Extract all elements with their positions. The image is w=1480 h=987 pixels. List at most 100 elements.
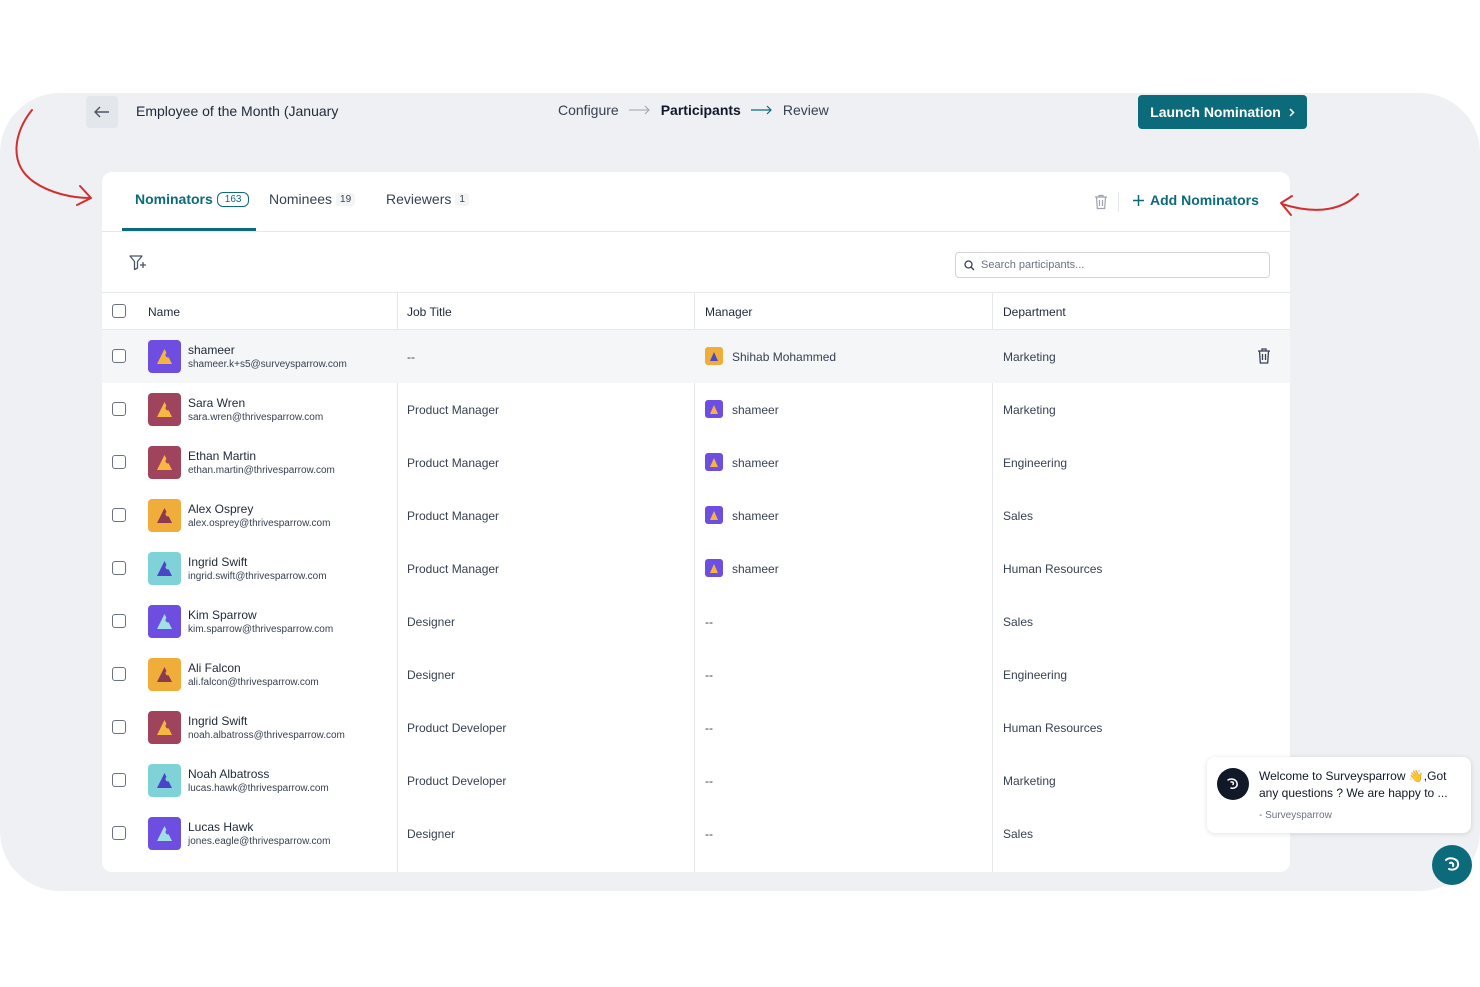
step-configure[interactable]: Configure [558,102,619,118]
participant-email: lucas.hawk@thrivesparrow.com [188,783,329,794]
participant-name: Lucas Hawk [188,820,254,834]
chat-launcher-button[interactable] [1432,845,1472,885]
participant-email: sara.wren@thrivesparrow.com [188,412,324,423]
table-row[interactable]: shameer shameer.k+s5@surveysparrow.com -- S… [102,330,1290,383]
job-title: Product Manager [407,403,500,417]
plus-icon [1133,194,1144,206]
participant-email: ingrid.swift@thrivesparrow.com [188,571,327,582]
avatar [148,764,181,797]
select-all-checkbox[interactable] [112,304,126,318]
manager-name: -- [705,721,713,735]
job-title: Product Manager [407,456,500,470]
add-nominators-button[interactable]: Add Nominators [1133,192,1259,208]
job-title: Designer [407,668,456,682]
table-row[interactable]: Ethan Martin ethan.martin@thrivesparrow.c… [102,436,1290,489]
row-checkbox[interactable] [112,455,126,469]
participant-name: Ingrid Swift [188,714,248,728]
department: Sales [1003,509,1034,523]
participant-name: Ingrid Swift [188,555,248,569]
search-input[interactable] [981,259,1261,271]
row-checkbox[interactable] [112,826,126,840]
table-row[interactable]: Ali Falcon ali.falcon@thrivesparrow.com De… [102,648,1290,701]
tab-label: Nominees [269,191,333,207]
table-row[interactable]: Lucas Hawk jones.eagle@thrivesparrow.com D… [102,807,1290,860]
avatar [148,605,181,638]
avatar [148,817,181,850]
launch-label: Launch Nomination [1150,104,1281,120]
column-header-job-title[interactable]: Job Title [407,305,452,319]
manager-avatar [705,453,723,471]
participant-name: Ali Falcon [188,661,241,675]
row-checkbox[interactable] [112,614,126,628]
row-checkbox[interactable] [112,508,126,522]
tab-nominators[interactable]: Nominators 163 [135,191,250,207]
department: Marketing [1003,403,1056,417]
chat-popup[interactable]: Welcome to Surveysparrow 👋,Got any quest… [1207,757,1471,833]
tab-reviewers[interactable]: Reviewers 1 [386,191,469,207]
job-title: Designer [407,827,456,841]
column-header-department[interactable]: Department [1003,305,1066,319]
table-row[interactable]: Ingrid Swift noah.albatross@thrivesparrow… [102,701,1290,754]
page-title: Employee of the Month (January [136,103,339,119]
table-row[interactable]: Ingrid Swift ingrid.swift@thrivesparrow.c… [102,542,1290,595]
manager-avatar [705,559,723,577]
job-title: Product Developer [407,721,507,735]
tab-label: Nominators [135,191,213,207]
job-title: -- [407,350,415,364]
manager-name: Shihab Mohammed [732,350,837,364]
participant-name: Noah Albatross [188,767,270,781]
stepper: Configure Participants Review [558,102,829,118]
table-row[interactable]: Sara Wren sara.wren@thrivesparrow.com Prod… [102,383,1290,436]
avatar [148,552,181,585]
manager-name: shameer [732,403,779,417]
row-checkbox[interactable] [112,667,126,681]
manager-name: -- [705,615,713,629]
department: Marketing [1003,350,1056,364]
tab-bar: Nominators 163 Nominees 19 Reviewers 1 A… [102,172,1290,232]
manager-name: -- [705,827,713,841]
add-nominators-label: Add Nominators [1150,192,1259,208]
manager-name: shameer [732,456,779,470]
avatar [148,393,181,426]
tab-count-badge: 1 [455,192,469,206]
avatar [148,446,181,479]
step-review[interactable]: Review [783,102,829,118]
participant-email: ali.falcon@thrivesparrow.com [188,677,319,688]
row-checkbox[interactable] [112,349,126,363]
delete-row-icon[interactable] [1256,347,1272,365]
department: Engineering [1003,456,1068,470]
department: Human Resources [1003,562,1103,576]
participant-name: Ethan Martin [188,449,257,463]
manager-name: -- [705,668,713,682]
annotation-arrow-right-icon [1280,193,1359,216]
table-row[interactable]: Noah Albatross lucas.hawk@thrivesparrow.c… [102,754,1290,807]
avatar [148,499,181,532]
launch-nomination-button[interactable]: Launch Nomination [1138,95,1307,129]
participant-name: shameer [188,343,235,357]
manager-name: shameer [732,562,779,576]
annotation-arrow-left-icon [15,109,92,206]
table-row[interactable]: Alex Osprey alex.osprey@thrivesparrow.com… [102,489,1290,542]
department: Engineering [1003,668,1068,682]
search-box[interactable] [955,252,1270,278]
column-header-manager[interactable]: Manager [705,305,752,319]
tab-count-badge: 19 [336,192,356,206]
chat-message: Welcome to Surveysparrow 👋,Got any quest… [1259,769,1448,800]
filter-add-icon[interactable] [128,253,148,273]
tab-nominees[interactable]: Nominees 19 [269,191,356,207]
row-checkbox[interactable] [112,561,126,575]
manager-avatar [705,347,723,365]
participant-name: Alex Osprey [188,502,254,516]
participant-name: Kim Sparrow [188,608,257,622]
step-participants[interactable]: Participants [661,102,741,118]
participant-email: jones.eagle@thrivesparrow.com [188,836,331,847]
row-checkbox[interactable] [112,773,126,787]
row-checkbox[interactable] [112,402,126,416]
trash-icon[interactable] [1092,193,1110,211]
row-checkbox[interactable] [112,720,126,734]
manager-avatar [705,400,723,418]
table-header: Name Job Title Manager Department [102,292,1290,330]
table-row[interactable]: Kim Sparrow kim.sparrow@thrivesparrow.com… [102,595,1290,648]
column-header-name[interactable]: Name [148,305,180,319]
avatar [148,340,181,373]
